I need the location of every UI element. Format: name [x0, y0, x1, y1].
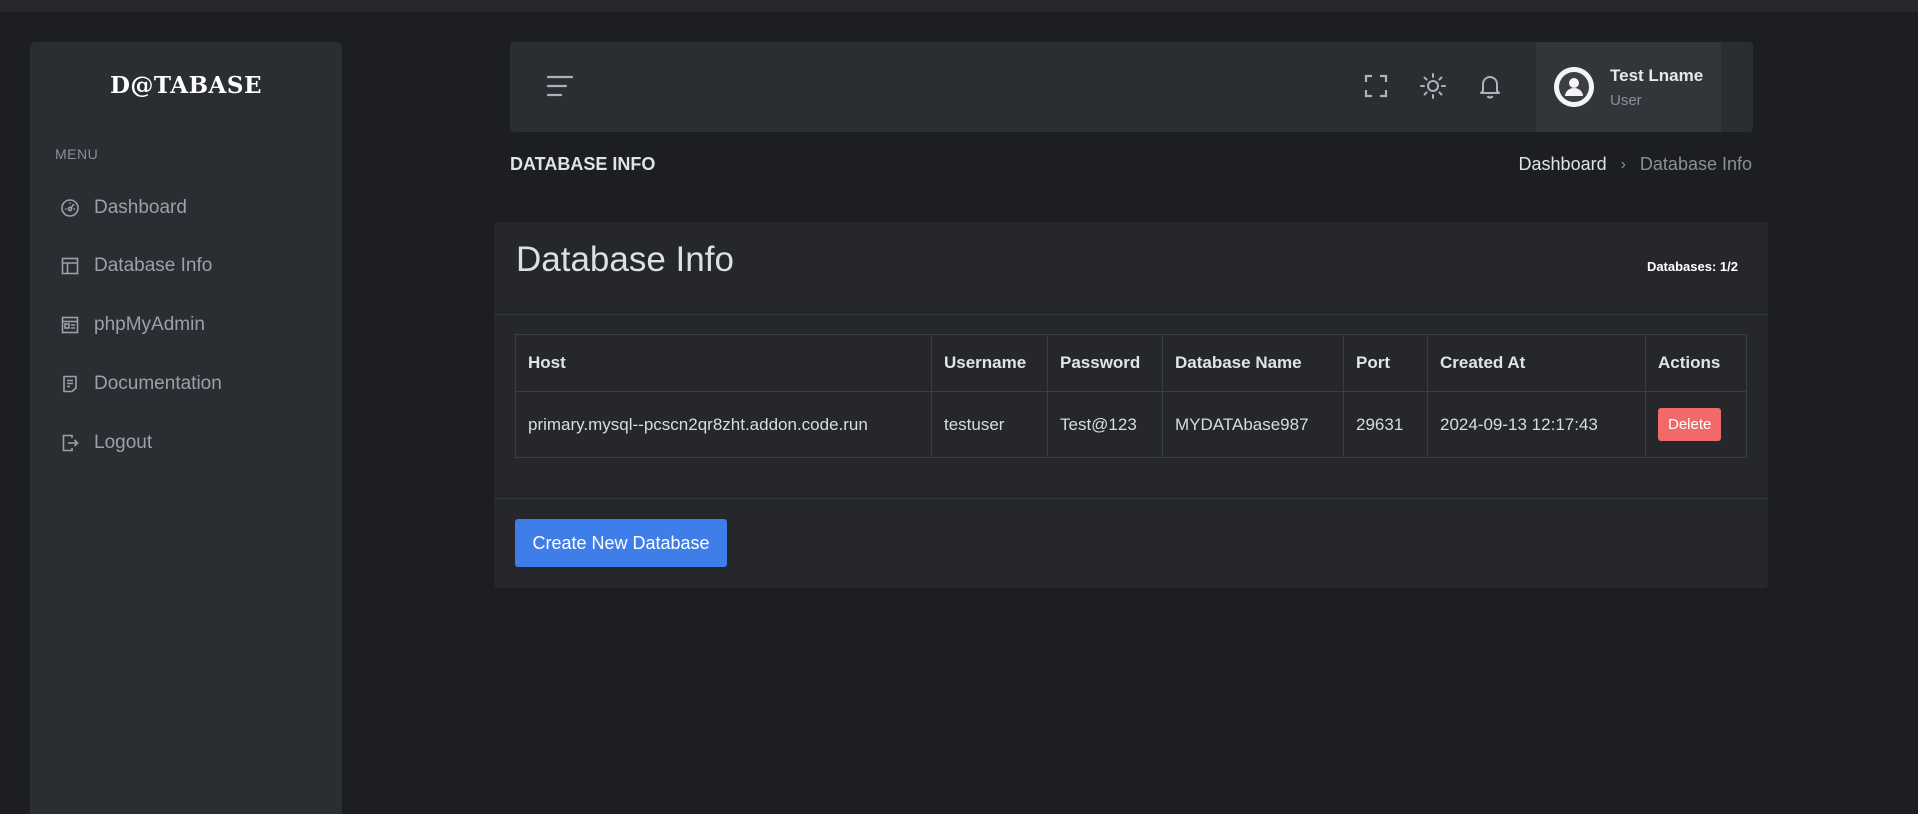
- sidebar-item-database-info[interactable]: Database Info: [60, 251, 212, 281]
- create-database-button[interactable]: Create New Database: [515, 519, 727, 567]
- column-header-host: Host: [515, 334, 932, 392]
- user-avatar-icon: [1554, 67, 1594, 107]
- card-title: Database Info: [516, 240, 734, 279]
- sidebar-item-label: Documentation: [94, 373, 222, 394]
- column-header-created-at: Created At: [1427, 334, 1646, 392]
- sidebar-item-phpmyadmin[interactable]: phpMyAdmin: [60, 310, 205, 340]
- bell-icon[interactable]: [1476, 72, 1504, 100]
- delete-button[interactable]: Delete: [1658, 408, 1722, 441]
- database-count-badge: Databases: 1/2: [1646, 259, 1738, 274]
- id-card-icon: [61, 316, 79, 334]
- cell-created-at: 2024-09-13 12:17:43: [1427, 391, 1646, 458]
- breadcrumb: Dashboard › Database Info: [1519, 154, 1752, 175]
- cell-actions: Delete: [1645, 391, 1747, 458]
- cell-username: testuser: [931, 391, 1048, 458]
- chevron-right-icon: ›: [1620, 155, 1626, 173]
- menu-section-title: MENU: [55, 146, 99, 162]
- card-footer-divider: [494, 498, 1768, 499]
- sidebar-item-dashboard[interactable]: Dashboard: [60, 193, 187, 223]
- sidebar-item-logout[interactable]: Logout: [60, 428, 152, 458]
- layout-icon: [61, 257, 79, 275]
- sidebar: D@TABASE MENU Dashboard Database Info ph…: [30, 42, 342, 814]
- document-icon: [63, 375, 77, 393]
- column-header-username: Username: [931, 334, 1048, 392]
- sidebar-item-label: Dashboard: [94, 197, 187, 218]
- user-role: User: [1610, 92, 1642, 109]
- breadcrumb-dashboard-link[interactable]: Dashboard: [1519, 154, 1607, 175]
- gauge-icon: [61, 199, 79, 217]
- cell-port: 29631: [1343, 391, 1428, 458]
- sidebar-item-label: phpMyAdmin: [94, 314, 205, 335]
- column-header-password: Password: [1047, 334, 1163, 392]
- page-title: DATABASE INFO: [510, 154, 656, 174]
- browser-top-strip: [0, 0, 1918, 12]
- column-header-port: Port: [1343, 334, 1428, 392]
- fullscreen-icon[interactable]: [1362, 72, 1390, 100]
- table-header-row: Host Username Password Database Name Por…: [515, 334, 1747, 392]
- breadcrumb-current: Database Info: [1639, 154, 1752, 174]
- column-header-database-name: Database Name: [1162, 334, 1344, 392]
- app-logo[interactable]: D@TABASE: [30, 72, 342, 99]
- cell-host: primary.mysql--pcscn2qr8zht.addon.code.r…: [515, 391, 932, 458]
- card-divider: [494, 314, 1768, 315]
- top-header: Test Lname User: [510, 42, 1753, 132]
- sidebar-item-label: Database Info: [94, 255, 213, 276]
- menu-icon[interactable]: [546, 73, 574, 99]
- user-menu[interactable]: Test Lname User: [1536, 42, 1721, 132]
- sidebar-item-documentation[interactable]: Documentation: [60, 369, 222, 399]
- cell-password: Test@123: [1047, 391, 1163, 458]
- logout-icon: [62, 434, 79, 452]
- column-header-actions: Actions: [1645, 334, 1747, 392]
- table-row: primary.mysql--pcscn2qr8zht.addon.code.r…: [515, 391, 1747, 458]
- cell-database-name: MYDATAbase987: [1162, 391, 1344, 458]
- user-name: Test Lname: [1610, 66, 1704, 85]
- sidebar-item-label: Logout: [94, 432, 153, 453]
- database-info-card: Database Info Databases: 1/2 Host Userna…: [494, 222, 1768, 588]
- sun-icon[interactable]: [1419, 72, 1447, 100]
- database-table: Host Username Password Database Name Por…: [515, 334, 1747, 458]
